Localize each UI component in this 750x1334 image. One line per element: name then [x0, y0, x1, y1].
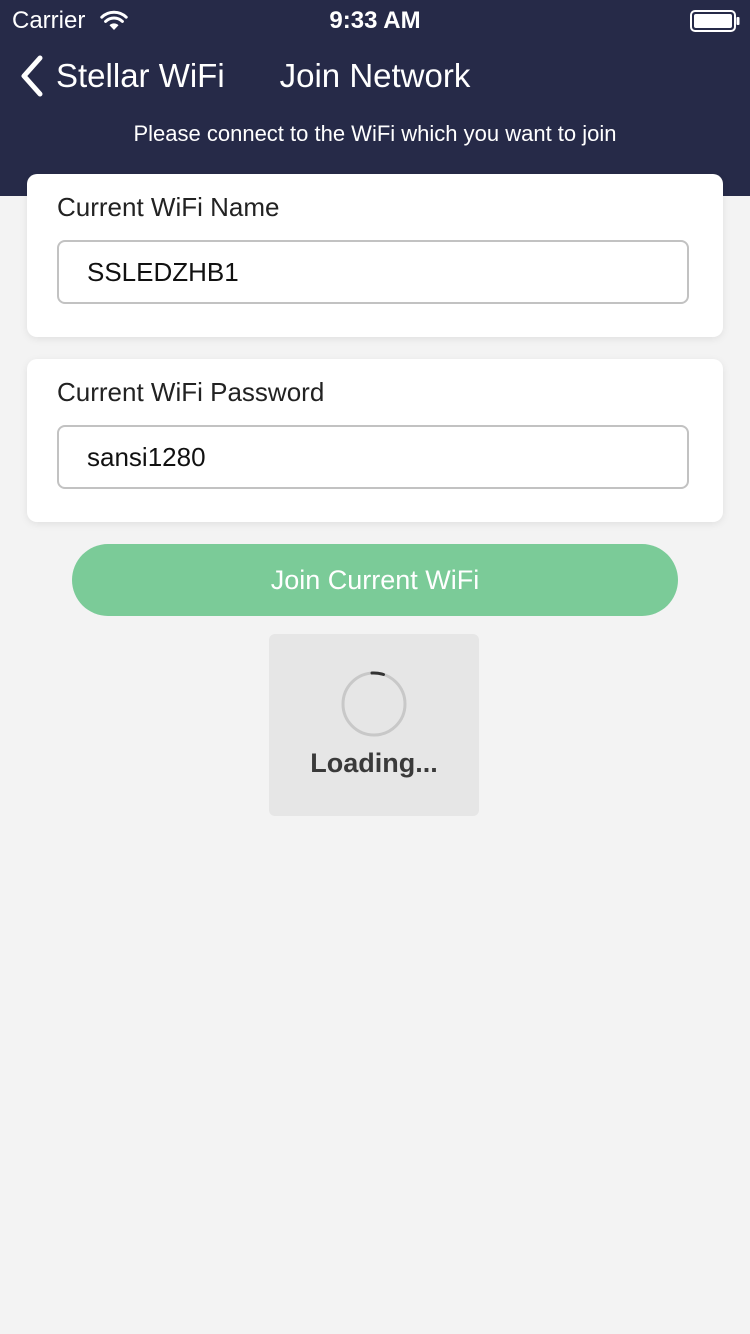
spinner-icon — [341, 671, 407, 737]
header: Carrier 9:33 AM Stellar WiFi Join Networ… — [0, 0, 750, 196]
chevron-left-icon — [21, 55, 43, 97]
wifi-password-input[interactable] — [57, 425, 689, 489]
wifi-name-card: Current WiFi Name — [27, 174, 723, 337]
back-button[interactable]: Stellar WiFi — [18, 50, 225, 102]
page-subtitle: Please connect to the WiFi which you wan… — [133, 121, 617, 146]
battery-icon — [690, 10, 740, 32]
join-wifi-button[interactable]: Join Current WiFi — [72, 544, 678, 616]
wifi-name-label: Current WiFi Name — [57, 192, 280, 222]
status-time: 9:33 AM — [329, 7, 421, 34]
join-network-screen: Carrier 9:33 AM Stellar WiFi Join Networ… — [0, 0, 750, 1334]
back-label: Stellar WiFi — [56, 57, 225, 94]
loading-label: Loading... — [310, 748, 438, 778]
wifi-password-card: Current WiFi Password — [27, 359, 723, 522]
wifi-name-input[interactable] — [57, 240, 689, 304]
wifi-password-label: Current WiFi Password — [57, 377, 325, 407]
loading-hud: Loading... — [269, 634, 479, 816]
